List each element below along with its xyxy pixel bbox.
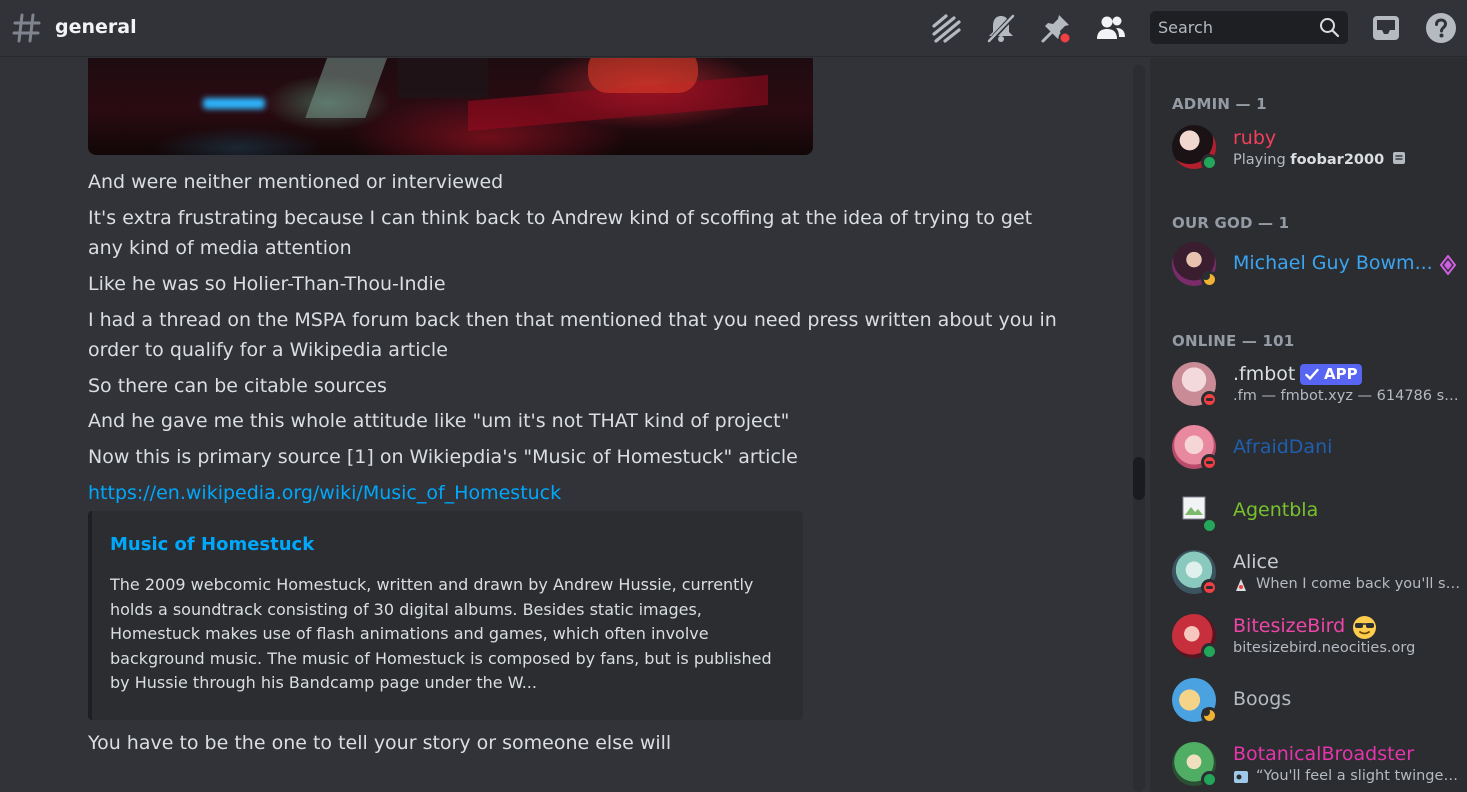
- member-name: Alice: [1233, 551, 1279, 573]
- concert-photo-attachment[interactable]: [88, 58, 813, 155]
- inbox-icon[interactable]: [1370, 12, 1402, 44]
- status-dnd-icon: [1201, 454, 1218, 471]
- sunglasses-emoji-icon: [1353, 616, 1376, 639]
- embed-title[interactable]: Music of Homestuck: [110, 534, 314, 555]
- member-group-heading: ONLINE — 101: [1172, 332, 1295, 350]
- member-item[interactable]: Boogs: [1170, 676, 1467, 734]
- pin-notification-dot: [1058, 31, 1072, 44]
- app-badge: APP: [1300, 364, 1362, 385]
- member-name: Agentbla: [1233, 499, 1319, 521]
- help-icon[interactable]: [1425, 12, 1457, 44]
- nitro-gem-icon: [1440, 255, 1456, 275]
- channel-header: general Search: [0, 0, 1467, 57]
- member-item[interactable]: AfraidDani: [1170, 424, 1467, 482]
- search-icon: [1320, 18, 1340, 38]
- search-placeholder: Search: [1158, 18, 1213, 37]
- threads-icon[interactable]: [930, 12, 962, 44]
- member-name: ruby: [1233, 127, 1277, 149]
- message-text: It's extra frustrating because I can thi…: [88, 207, 1033, 259]
- member-item[interactable]: Michael Guy Bowm...: [1170, 242, 1467, 300]
- member-name: BotanicalBroadster: [1233, 743, 1415, 765]
- chat-scrollbar-thumb[interactable]: [1133, 457, 1145, 500]
- member-group-heading: ADMIN — 1: [1172, 95, 1267, 113]
- status-idle-icon: [1201, 707, 1218, 724]
- status-online-icon: [1201, 771, 1218, 788]
- message-text: And he gave me this whole attitude like …: [88, 410, 790, 432]
- member-item[interactable]: Alice When I come back you'll st...: [1170, 548, 1467, 606]
- discord-window: general Search And were neither mentione…: [0, 0, 1467, 792]
- channel-hash-icon: [12, 13, 41, 43]
- member-name: AfraidDani: [1233, 436, 1333, 458]
- chat-messages: And were neither mentioned or interviewe…: [0, 58, 1148, 792]
- member-name: .fmbot: [1233, 363, 1296, 385]
- channel-name: general: [55, 16, 137, 38]
- status-idle-icon: [1201, 271, 1218, 288]
- status-online-icon: [1201, 154, 1218, 171]
- rich-presence-icon: [1392, 152, 1405, 164]
- link-embed: Music of Homestuck The 2009 webcomic Hom…: [88, 511, 803, 720]
- member-item[interactable]: ruby Playing foobar2000: [1170, 123, 1467, 181]
- embed-description: The 2009 webcomic Homestuck, written and…: [110, 575, 772, 693]
- custom-status-emoji-icon: [1236, 579, 1246, 591]
- status-dnd-icon: [1201, 579, 1218, 596]
- member-name: Michael Guy Bowm...: [1233, 252, 1433, 274]
- app-badge-label: APP: [1324, 365, 1358, 383]
- member-status-text: bitesizebird.neocities.org: [1233, 640, 1416, 656]
- member-list-icon[interactable]: [1095, 12, 1127, 44]
- status-online-icon: [1201, 517, 1218, 534]
- message-link-line: https://en.wikipedia.org/wiki/Music_of_H…: [88, 478, 1058, 508]
- member-item[interactable]: BitesizeBird bitesizebird.neocities.org: [1170, 612, 1467, 670]
- member-list: ADMIN — 1 ruby Playing foobar2000 OUR GO…: [1150, 58, 1467, 792]
- message-text: I had a thread on the MSPA forum back th…: [88, 309, 1057, 361]
- activity-name: foobar2000: [1290, 152, 1385, 168]
- member-status-text: When I come back you'll st...: [1256, 576, 1461, 592]
- broken-image-avatar-icon: [1182, 496, 1206, 520]
- message-text: And were neither mentioned or interviewe…: [88, 171, 504, 193]
- member-group-heading: OUR GOD — 1: [1172, 214, 1290, 232]
- member-activity: Playing foobar2000: [1233, 151, 1461, 168]
- wikipedia-link[interactable]: https://en.wikipedia.org/wiki/Music_of_H…: [88, 482, 561, 504]
- member-item[interactable]: Agentbla: [1170, 488, 1467, 546]
- message-text: So there can be citable sources: [88, 375, 387, 397]
- member-status-text: .fm — fmbot.xyz — 614786 ser...: [1233, 388, 1461, 404]
- member-item[interactable]: .fmbot APP .fm — fmbot.xyz — 614786 ser.…: [1170, 360, 1467, 418]
- message-text: You have to be the one to tell your stor…: [88, 732, 672, 754]
- member-item[interactable]: BotanicalBroadster “You'll feel a slight…: [1170, 740, 1467, 792]
- pin-icon[interactable]: [1040, 12, 1072, 44]
- message-text: Like he was so Holier-Than-Thou-Indie: [88, 273, 446, 295]
- member-status-text: “You'll feel a slight twinge ...: [1256, 768, 1461, 784]
- member-name: BitesizeBird: [1233, 615, 1346, 637]
- chat-scrollbar-track[interactable]: [1133, 65, 1145, 792]
- mute-bell-icon[interactable]: [985, 12, 1017, 44]
- status-dnd-icon: [1201, 391, 1218, 408]
- member-name: Boogs: [1233, 688, 1292, 710]
- message-text: Now this is primary source [1] on Wikiep…: [88, 446, 798, 468]
- verified-check-icon: [1305, 368, 1319, 381]
- custom-status-emoji-icon: [1234, 771, 1248, 783]
- status-online-icon: [1201, 643, 1218, 660]
- search-input[interactable]: Search: [1150, 11, 1348, 44]
- activity-prefix: Playing: [1233, 152, 1291, 168]
